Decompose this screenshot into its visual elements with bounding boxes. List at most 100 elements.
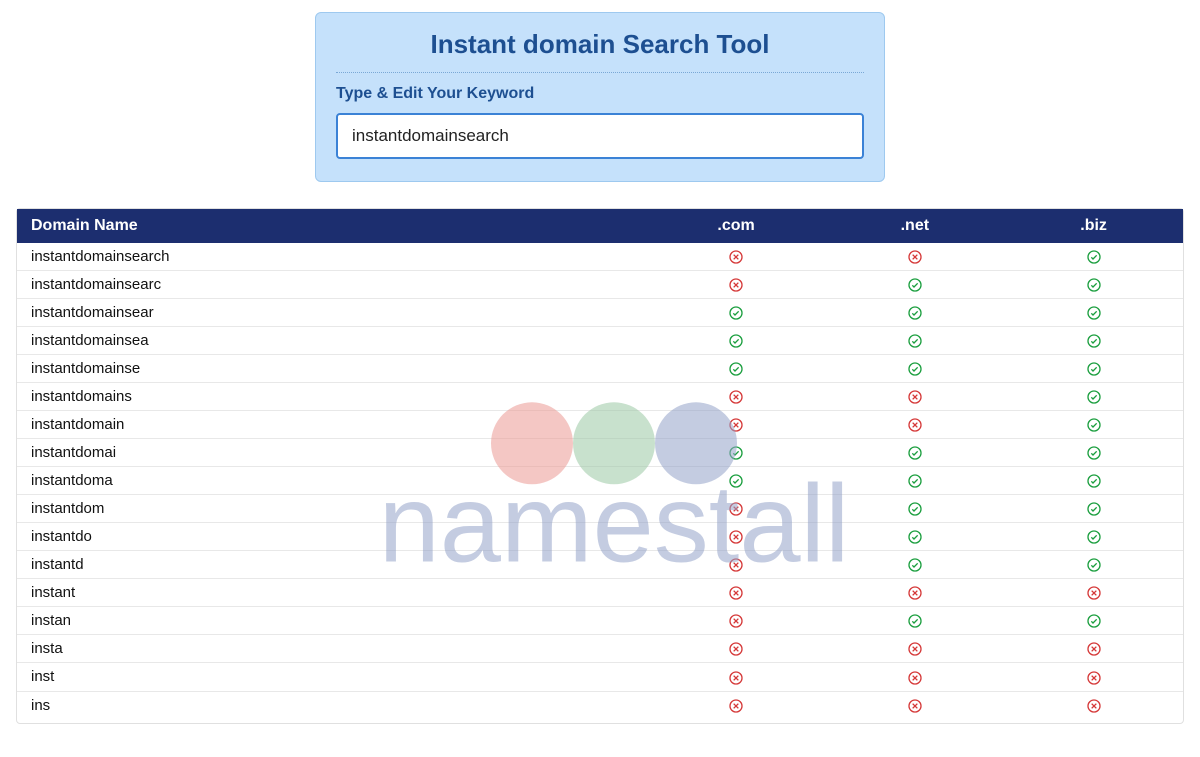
table-row: instantdoma [17,467,1183,495]
biz-cell[interactable] [1004,691,1183,719]
domain-name-cell: insta [17,635,647,663]
net-cell[interactable] [825,579,1004,607]
biz-cell[interactable] [1004,607,1183,635]
available-icon [1086,529,1102,545]
com-cell[interactable] [647,355,826,383]
keyword-input[interactable] [336,113,864,159]
available-icon [1086,333,1102,349]
results-table: Domain Name .com .net .biz instantdomain… [17,209,1183,719]
biz-cell[interactable] [1004,495,1183,523]
com-cell[interactable] [647,439,826,467]
table-row: instantdomainse [17,355,1183,383]
com-cell[interactable] [647,243,826,271]
net-cell[interactable] [825,467,1004,495]
com-cell[interactable] [647,635,826,663]
com-cell[interactable] [647,551,826,579]
biz-cell[interactable] [1004,551,1183,579]
net-cell[interactable] [825,439,1004,467]
biz-cell[interactable] [1004,299,1183,327]
com-cell[interactable] [647,327,826,355]
table-row: instantdomains [17,383,1183,411]
available-icon [1086,249,1102,265]
unavailable-icon [907,698,923,714]
available-icon [1086,361,1102,377]
biz-cell[interactable] [1004,439,1183,467]
com-cell[interactable] [647,691,826,719]
table-row: instantd [17,551,1183,579]
col-domain-name: Domain Name [17,209,647,243]
com-cell[interactable] [647,607,826,635]
biz-cell[interactable] [1004,383,1183,411]
search-panel: Instant domain Search Tool Type & Edit Y… [315,12,885,182]
net-cell[interactable] [825,663,1004,691]
com-cell[interactable] [647,467,826,495]
biz-cell[interactable] [1004,327,1183,355]
net-cell[interactable] [825,495,1004,523]
available-icon [907,529,923,545]
available-icon [1086,305,1102,321]
unavailable-icon [907,417,923,433]
table-row: instantdomainsear [17,299,1183,327]
unavailable-icon [728,417,744,433]
domain-name-cell: instantdomainsea [17,327,647,355]
unavailable-icon [1086,641,1102,657]
com-cell[interactable] [647,579,826,607]
biz-cell[interactable] [1004,663,1183,691]
net-cell[interactable] [825,299,1004,327]
available-icon [728,305,744,321]
net-cell[interactable] [825,383,1004,411]
com-cell[interactable] [647,271,826,299]
com-cell[interactable] [647,495,826,523]
domain-name-cell: ins [17,691,647,719]
unavailable-icon [728,641,744,657]
net-cell[interactable] [825,691,1004,719]
col-biz: .biz [1004,209,1183,243]
table-row: instantdomainsea [17,327,1183,355]
biz-cell[interactable] [1004,523,1183,551]
biz-cell[interactable] [1004,467,1183,495]
domain-name-cell: instantdom [17,495,647,523]
domain-name-cell: instantdomai [17,439,647,467]
table-row: instantdomainsearch [17,243,1183,271]
biz-cell[interactable] [1004,635,1183,663]
table-row: inst [17,663,1183,691]
com-cell[interactable] [647,523,826,551]
available-icon [907,333,923,349]
domain-name-cell: instantdomainsearch [17,243,647,271]
unavailable-icon [728,389,744,405]
com-cell[interactable] [647,299,826,327]
table-row: instantdomainsearc [17,271,1183,299]
net-cell[interactable] [825,243,1004,271]
available-icon [728,473,744,489]
com-cell[interactable] [647,411,826,439]
net-cell[interactable] [825,607,1004,635]
net-cell[interactable] [825,523,1004,551]
available-icon [907,557,923,573]
com-cell[interactable] [647,663,826,691]
unavailable-icon [728,249,744,265]
page-title: Instant domain Search Tool [336,23,864,72]
unavailable-icon [907,389,923,405]
net-cell[interactable] [825,355,1004,383]
available-icon [1086,445,1102,461]
available-icon [1086,557,1102,573]
biz-cell[interactable] [1004,271,1183,299]
available-icon [907,613,923,629]
net-cell[interactable] [825,327,1004,355]
net-cell[interactable] [825,411,1004,439]
biz-cell[interactable] [1004,243,1183,271]
biz-cell[interactable] [1004,579,1183,607]
net-cell[interactable] [825,635,1004,663]
com-cell[interactable] [647,383,826,411]
biz-cell[interactable] [1004,355,1183,383]
biz-cell[interactable] [1004,411,1183,439]
net-cell[interactable] [825,271,1004,299]
table-row: instantdo [17,523,1183,551]
table-row: instant [17,579,1183,607]
available-icon [1086,417,1102,433]
net-cell[interactable] [825,551,1004,579]
domain-name-cell: instan [17,607,647,635]
table-row: ins [17,691,1183,719]
available-icon [1086,389,1102,405]
domain-name-cell: instantdomainsearc [17,271,647,299]
